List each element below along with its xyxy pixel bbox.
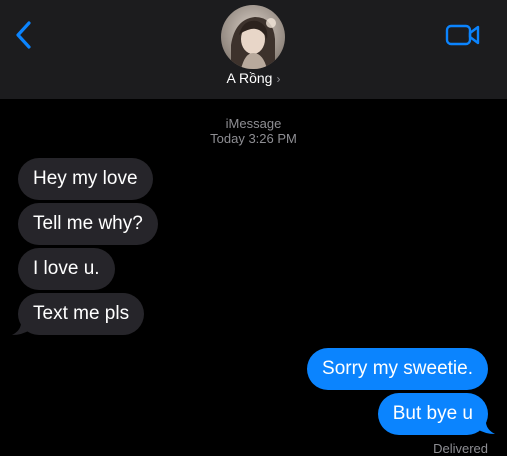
contact-avatar[interactable] (221, 5, 285, 69)
incoming-bubble-tail (12, 318, 30, 335)
back-button[interactable] (8, 18, 38, 52)
chevron-right-icon: › (276, 72, 281, 86)
conversation-header: A Rồng › (0, 0, 507, 99)
delivery-status: Delivered (433, 441, 488, 456)
contact-name: A Rồng (226, 70, 273, 86)
incoming-message[interactable]: Hey my love (18, 158, 153, 200)
facetime-video-button[interactable] (444, 20, 482, 50)
outgoing-bubble-tail (477, 417, 495, 434)
incoming-message[interactable]: I love u. (18, 248, 115, 290)
message-timestamp: Today 3:26 PM (210, 131, 297, 146)
video-camera-icon (445, 24, 480, 46)
contact-name-button[interactable]: A Rồng › (0, 70, 507, 86)
incoming-message[interactable]: Text me pls (18, 293, 145, 335)
chevron-left-icon (16, 21, 31, 49)
service-label: iMessage (225, 116, 282, 131)
outgoing-message[interactable]: Sorry my sweetie. (307, 348, 488, 390)
incoming-message[interactable]: Tell me why? (18, 203, 158, 245)
outgoing-message[interactable]: But bye u (377, 393, 488, 435)
